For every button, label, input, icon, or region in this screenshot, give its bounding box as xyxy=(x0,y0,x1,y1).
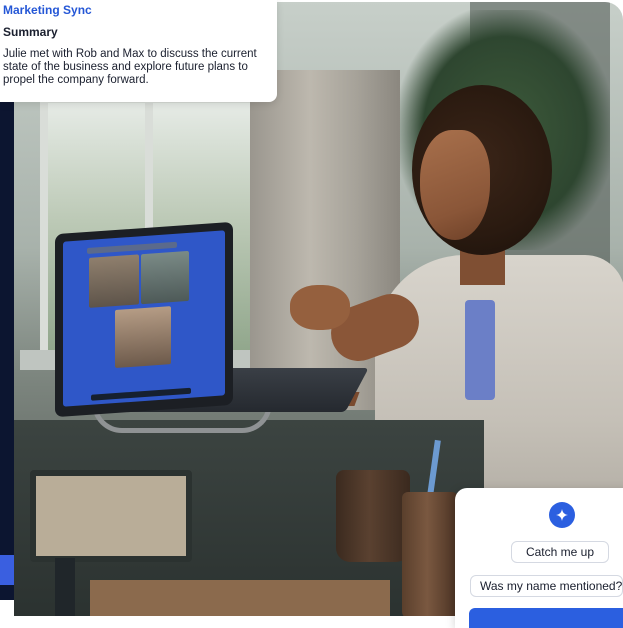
catch-me-up-button[interactable]: Catch me up xyxy=(511,541,609,563)
was-my-name-mentioned-button[interactable]: Was my name mentioned? xyxy=(470,575,623,597)
laptop-lid xyxy=(55,221,233,418)
woman-hand xyxy=(290,285,350,330)
meeting-title: Marketing Sync xyxy=(3,3,92,17)
summary-card: Marketing Sync Summary Julie met with Ro… xyxy=(0,0,277,102)
woman-shirt xyxy=(465,300,495,400)
floor xyxy=(90,580,390,616)
coffee-cup xyxy=(336,470,410,562)
desk-drawer xyxy=(30,470,192,562)
desk-leg xyxy=(55,558,75,616)
ai-assistant-panel: Catch me up Was my name mentioned? xyxy=(455,488,623,628)
video-call-toolbar xyxy=(91,387,191,401)
participant-tile xyxy=(141,250,189,305)
summary-heading: Summary xyxy=(3,25,58,39)
sparkle-icon xyxy=(549,502,575,528)
pen-holder-cup xyxy=(402,492,458,616)
video-call-screen xyxy=(63,230,225,407)
participant-tile xyxy=(89,254,139,308)
participant-tile xyxy=(115,306,171,369)
ai-action-button[interactable] xyxy=(469,608,623,628)
summary-text: Julie met with Rob and Max to discuss th… xyxy=(3,48,257,86)
woman-face xyxy=(420,130,490,240)
